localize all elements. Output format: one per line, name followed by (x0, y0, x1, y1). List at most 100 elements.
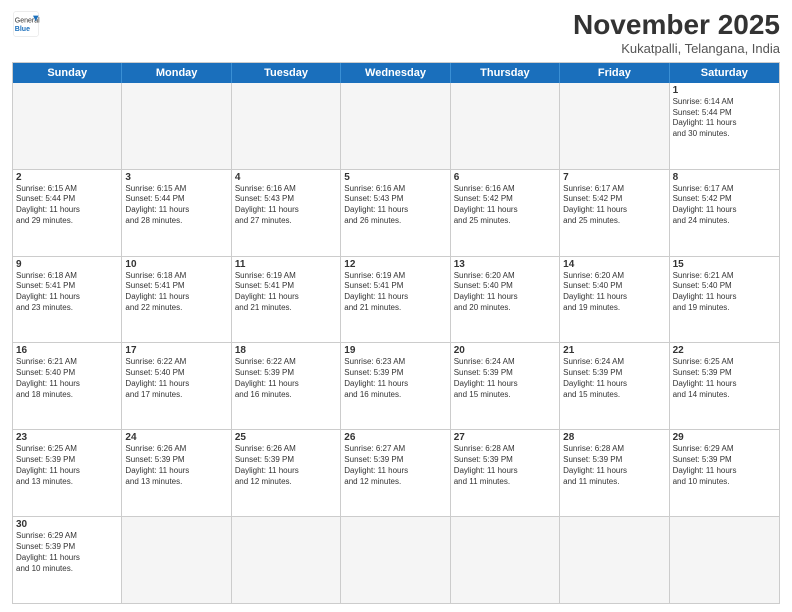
day-number: 29 (673, 432, 776, 443)
day-info: Sunrise: 6:26 AM Sunset: 5:39 PM Dayligh… (125, 444, 227, 487)
day-info: Sunrise: 6:21 AM Sunset: 5:40 PM Dayligh… (16, 357, 118, 400)
header-day-wednesday: Wednesday (341, 63, 450, 83)
calendar-cell (341, 83, 450, 169)
header-day-tuesday: Tuesday (232, 63, 341, 83)
calendar-cell: 9Sunrise: 6:18 AM Sunset: 5:41 PM Daylig… (13, 257, 122, 343)
calendar-cell: 28Sunrise: 6:28 AM Sunset: 5:39 PM Dayli… (560, 430, 669, 516)
calendar-cell: 14Sunrise: 6:20 AM Sunset: 5:40 PM Dayli… (560, 257, 669, 343)
logo: General Blue (12, 10, 40, 38)
day-number: 20 (454, 345, 556, 356)
day-number: 30 (16, 519, 118, 530)
calendar-cell: 26Sunrise: 6:27 AM Sunset: 5:39 PM Dayli… (341, 430, 450, 516)
day-number: 25 (235, 432, 337, 443)
day-number: 8 (673, 172, 776, 183)
calendar-cell (670, 517, 779, 603)
calendar-body: 1Sunrise: 6:14 AM Sunset: 5:44 PM Daylig… (13, 83, 779, 603)
calendar-cell: 30Sunrise: 6:29 AM Sunset: 5:39 PM Dayli… (13, 517, 122, 603)
calendar-cell: 17Sunrise: 6:22 AM Sunset: 5:40 PM Dayli… (122, 343, 231, 429)
calendar-cell: 21Sunrise: 6:24 AM Sunset: 5:39 PM Dayli… (560, 343, 669, 429)
svg-text:Blue: Blue (15, 26, 30, 33)
day-info: Sunrise: 6:15 AM Sunset: 5:44 PM Dayligh… (16, 184, 118, 227)
calendar-cell: 4Sunrise: 6:16 AM Sunset: 5:43 PM Daylig… (232, 170, 341, 256)
day-info: Sunrise: 6:18 AM Sunset: 5:41 PM Dayligh… (125, 271, 227, 314)
subtitle: Kukatpalli, Telangana, India (573, 41, 780, 56)
day-number: 17 (125, 345, 227, 356)
day-number: 9 (16, 259, 118, 270)
calendar-cell: 5Sunrise: 6:16 AM Sunset: 5:43 PM Daylig… (341, 170, 450, 256)
calendar-cell: 22Sunrise: 6:25 AM Sunset: 5:39 PM Dayli… (670, 343, 779, 429)
calendar-cell: 2Sunrise: 6:15 AM Sunset: 5:44 PM Daylig… (13, 170, 122, 256)
day-number: 27 (454, 432, 556, 443)
day-info: Sunrise: 6:28 AM Sunset: 5:39 PM Dayligh… (563, 444, 665, 487)
day-info: Sunrise: 6:29 AM Sunset: 5:39 PM Dayligh… (16, 531, 118, 574)
day-number: 4 (235, 172, 337, 183)
calendar-header: SundayMondayTuesdayWednesdayThursdayFrid… (13, 63, 779, 83)
calendar-cell (232, 517, 341, 603)
calendar-cell: 20Sunrise: 6:24 AM Sunset: 5:39 PM Dayli… (451, 343, 560, 429)
calendar-cell: 15Sunrise: 6:21 AM Sunset: 5:40 PM Dayli… (670, 257, 779, 343)
day-info: Sunrise: 6:25 AM Sunset: 5:39 PM Dayligh… (16, 444, 118, 487)
title-block: November 2025 Kukatpalli, Telangana, Ind… (573, 10, 780, 56)
calendar-cell: 3Sunrise: 6:15 AM Sunset: 5:44 PM Daylig… (122, 170, 231, 256)
month-title: November 2025 (573, 10, 780, 41)
day-info: Sunrise: 6:24 AM Sunset: 5:39 PM Dayligh… (563, 357, 665, 400)
calendar-cell (122, 83, 231, 169)
calendar-cell: 25Sunrise: 6:26 AM Sunset: 5:39 PM Dayli… (232, 430, 341, 516)
calendar-cell: 10Sunrise: 6:18 AM Sunset: 5:41 PM Dayli… (122, 257, 231, 343)
day-number: 26 (344, 432, 446, 443)
day-number: 10 (125, 259, 227, 270)
day-number: 11 (235, 259, 337, 270)
calendar-row-4: 23Sunrise: 6:25 AM Sunset: 5:39 PM Dayli… (13, 430, 779, 517)
header-day-sunday: Sunday (13, 63, 122, 83)
header-day-friday: Friday (560, 63, 669, 83)
calendar-cell (451, 83, 560, 169)
day-info: Sunrise: 6:20 AM Sunset: 5:40 PM Dayligh… (454, 271, 556, 314)
calendar-cell: 12Sunrise: 6:19 AM Sunset: 5:41 PM Dayli… (341, 257, 450, 343)
calendar-cell: 24Sunrise: 6:26 AM Sunset: 5:39 PM Dayli… (122, 430, 231, 516)
day-number: 12 (344, 259, 446, 270)
day-info: Sunrise: 6:26 AM Sunset: 5:39 PM Dayligh… (235, 444, 337, 487)
calendar-row-0: 1Sunrise: 6:14 AM Sunset: 5:44 PM Daylig… (13, 83, 779, 170)
day-number: 22 (673, 345, 776, 356)
day-number: 18 (235, 345, 337, 356)
day-info: Sunrise: 6:22 AM Sunset: 5:39 PM Dayligh… (235, 357, 337, 400)
day-info: Sunrise: 6:18 AM Sunset: 5:41 PM Dayligh… (16, 271, 118, 314)
calendar-cell: 6Sunrise: 6:16 AM Sunset: 5:42 PM Daylig… (451, 170, 560, 256)
day-info: Sunrise: 6:16 AM Sunset: 5:43 PM Dayligh… (344, 184, 446, 227)
day-number: 23 (16, 432, 118, 443)
calendar-cell: 11Sunrise: 6:19 AM Sunset: 5:41 PM Dayli… (232, 257, 341, 343)
day-number: 6 (454, 172, 556, 183)
day-info: Sunrise: 6:23 AM Sunset: 5:39 PM Dayligh… (344, 357, 446, 400)
day-info: Sunrise: 6:17 AM Sunset: 5:42 PM Dayligh… (563, 184, 665, 227)
calendar-cell: 29Sunrise: 6:29 AM Sunset: 5:39 PM Dayli… (670, 430, 779, 516)
logo-icon: General Blue (12, 10, 40, 38)
calendar-cell (560, 517, 669, 603)
day-number: 1 (673, 85, 776, 96)
calendar-cell: 13Sunrise: 6:20 AM Sunset: 5:40 PM Dayli… (451, 257, 560, 343)
day-info: Sunrise: 6:17 AM Sunset: 5:42 PM Dayligh… (673, 184, 776, 227)
calendar-cell: 1Sunrise: 6:14 AM Sunset: 5:44 PM Daylig… (670, 83, 779, 169)
day-info: Sunrise: 6:16 AM Sunset: 5:43 PM Dayligh… (235, 184, 337, 227)
day-number: 2 (16, 172, 118, 183)
day-number: 21 (563, 345, 665, 356)
calendar-cell: 27Sunrise: 6:28 AM Sunset: 5:39 PM Dayli… (451, 430, 560, 516)
day-info: Sunrise: 6:22 AM Sunset: 5:40 PM Dayligh… (125, 357, 227, 400)
day-number: 13 (454, 259, 556, 270)
day-info: Sunrise: 6:19 AM Sunset: 5:41 PM Dayligh… (235, 271, 337, 314)
header-day-monday: Monday (122, 63, 231, 83)
calendar-row-3: 16Sunrise: 6:21 AM Sunset: 5:40 PM Dayli… (13, 343, 779, 430)
day-info: Sunrise: 6:29 AM Sunset: 5:39 PM Dayligh… (673, 444, 776, 487)
day-info: Sunrise: 6:15 AM Sunset: 5:44 PM Dayligh… (125, 184, 227, 227)
calendar-cell (451, 517, 560, 603)
calendar-cell (560, 83, 669, 169)
calendar-cell: 19Sunrise: 6:23 AM Sunset: 5:39 PM Dayli… (341, 343, 450, 429)
header-day-saturday: Saturday (670, 63, 779, 83)
calendar-cell: 23Sunrise: 6:25 AM Sunset: 5:39 PM Dayli… (13, 430, 122, 516)
day-info: Sunrise: 6:20 AM Sunset: 5:40 PM Dayligh… (563, 271, 665, 314)
calendar-cell (13, 83, 122, 169)
calendar-cell (232, 83, 341, 169)
header: General Blue November 2025 Kukatpalli, T… (12, 10, 780, 56)
day-info: Sunrise: 6:19 AM Sunset: 5:41 PM Dayligh… (344, 271, 446, 314)
day-info: Sunrise: 6:25 AM Sunset: 5:39 PM Dayligh… (673, 357, 776, 400)
page: General Blue November 2025 Kukatpalli, T… (0, 0, 792, 612)
